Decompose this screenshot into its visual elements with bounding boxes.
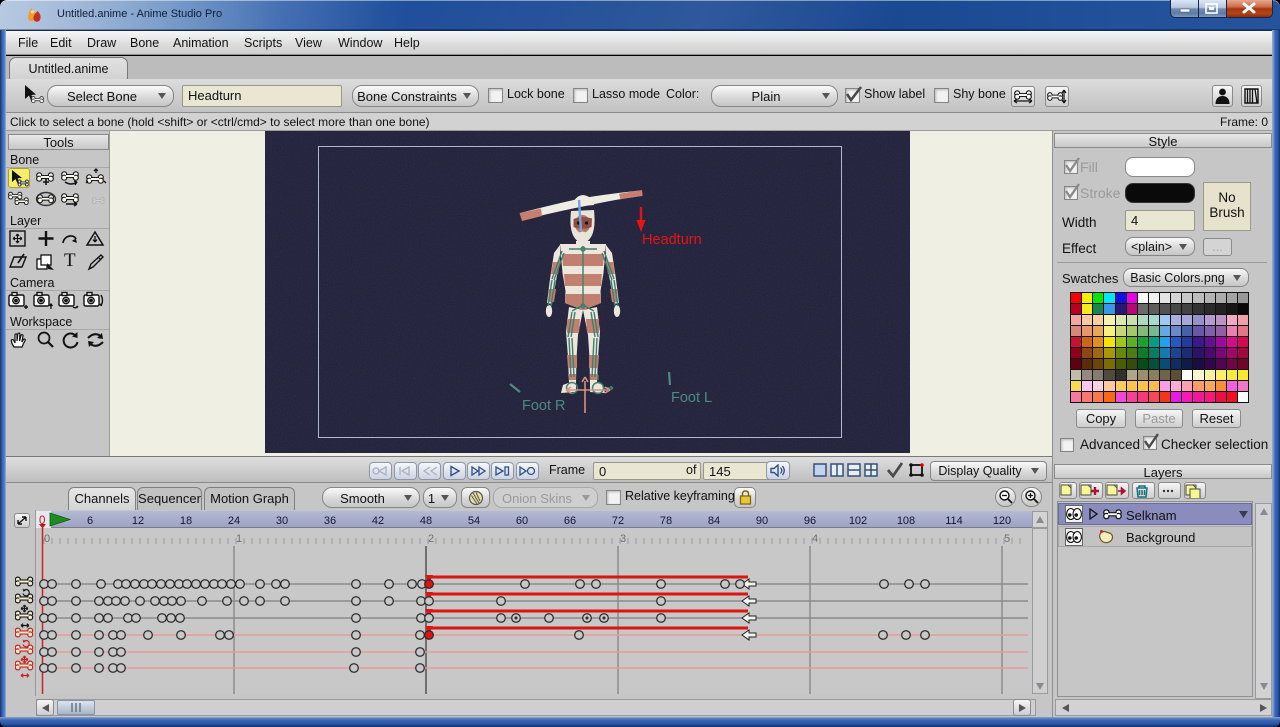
svg-text:84: 84 — [708, 515, 720, 527]
svg-text:114: 114 — [945, 515, 963, 527]
svg-text:3: 3 — [620, 533, 626, 545]
svg-text:6: 6 — [87, 515, 93, 527]
svg-text:0: 0 — [44, 533, 50, 545]
svg-text:66: 66 — [564, 515, 576, 527]
svg-text:1: 1 — [236, 533, 242, 545]
svg-text:18: 18 — [180, 515, 192, 527]
svg-text:60: 60 — [516, 515, 528, 527]
svg-text:108: 108 — [897, 515, 915, 527]
svg-text:2: 2 — [428, 533, 434, 545]
svg-text:90: 90 — [756, 515, 768, 527]
svg-text:102: 102 — [849, 515, 867, 527]
svg-text:54: 54 — [468, 515, 480, 527]
svg-text:72: 72 — [612, 515, 624, 527]
svg-text:24: 24 — [228, 515, 240, 527]
svg-text:Headturn: Headturn — [642, 232, 702, 248]
svg-text:42: 42 — [372, 515, 384, 527]
svg-text:5: 5 — [1004, 533, 1010, 545]
svg-text:36: 36 — [324, 515, 336, 527]
svg-text:120: 120 — [993, 515, 1011, 527]
svg-text:48: 48 — [420, 515, 432, 527]
svg-text:12: 12 — [132, 515, 144, 527]
svg-text:Foot L: Foot L — [671, 390, 712, 406]
svg-text:30: 30 — [276, 515, 288, 527]
svg-text:Foot R: Foot R — [522, 398, 566, 414]
svg-text:78: 78 — [660, 515, 672, 527]
svg-text:96: 96 — [804, 515, 816, 527]
svg-text:4: 4 — [812, 533, 818, 545]
